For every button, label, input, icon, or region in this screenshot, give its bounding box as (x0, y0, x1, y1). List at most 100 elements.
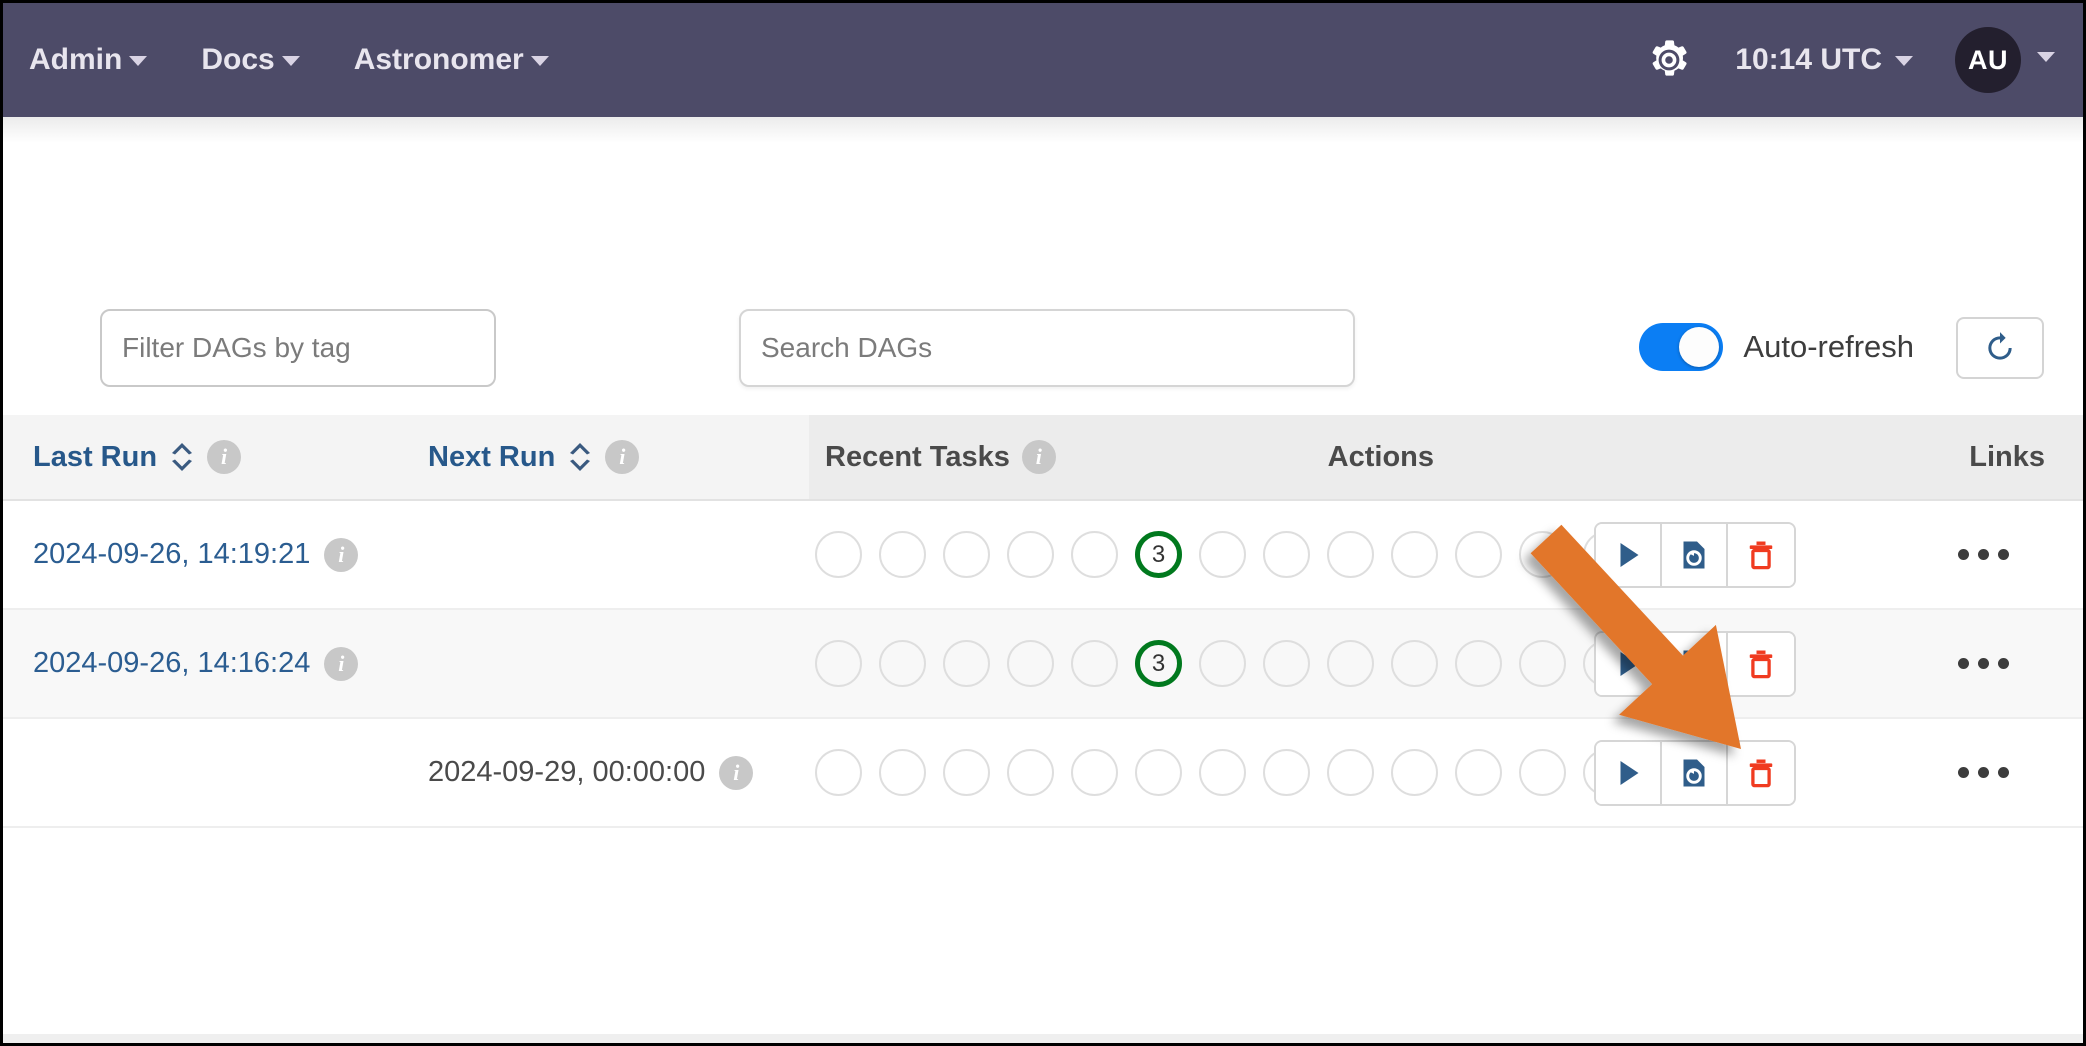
task-state-circle[interactable] (815, 640, 862, 687)
delete-dag-button[interactable] (1728, 524, 1794, 586)
info-icon[interactable]: i (207, 440, 241, 474)
timezone-selector[interactable]: 10:14 UTC (1735, 43, 1913, 77)
clear-dag-icon (1676, 646, 1712, 682)
recent-tasks-group (815, 719, 1694, 826)
delete-dag-icon (1743, 755, 1779, 791)
gear-icon (1645, 36, 1693, 84)
delete-dag-button[interactable] (1728, 742, 1794, 804)
task-state-circle[interactable] (1007, 749, 1054, 796)
task-state-circle[interactable] (1199, 749, 1246, 796)
navbar-right-group: 10:14 UTC AU (1645, 27, 2055, 93)
column-header-last-run-label: Last Run (33, 441, 157, 474)
task-state-circle[interactable] (1519, 531, 1566, 578)
search-dags-input[interactable]: Search DAGs (739, 309, 1355, 387)
task-state-circle[interactable] (1135, 749, 1182, 796)
cell-last-run[interactable]: 2024-09-26, 14:16:24i (33, 610, 358, 717)
row-actions (1594, 719, 1796, 826)
task-state-circle[interactable] (879, 749, 926, 796)
task-state-circle[interactable] (1391, 531, 1438, 578)
nav-menu-admin[interactable]: Admin (29, 43, 147, 77)
more-links-icon (1978, 767, 1989, 778)
task-state-circle[interactable] (1455, 531, 1502, 578)
more-links-button[interactable] (1958, 501, 2009, 608)
task-state-circle[interactable]: 3 (1135, 640, 1182, 687)
column-header-last-run[interactable]: Last Run i (33, 415, 241, 499)
tag-filter-input[interactable]: Filter DAGs by tag (100, 309, 496, 387)
task-state-circle[interactable] (1455, 749, 1502, 796)
task-state-circle[interactable] (1455, 640, 1502, 687)
task-state-circle[interactable] (1199, 640, 1246, 687)
task-state-circle[interactable] (879, 640, 926, 687)
clear-dag-button[interactable] (1662, 633, 1728, 695)
delete-dag-icon (1743, 537, 1779, 573)
task-state-circle[interactable] (943, 640, 990, 687)
table-header-row: Last Run i Next Run i Rece (3, 415, 2086, 501)
task-state-circle[interactable] (1199, 531, 1246, 578)
more-links-icon (1998, 549, 2009, 560)
info-icon[interactable]: i (324, 647, 358, 681)
task-state-circle[interactable] (1007, 531, 1054, 578)
task-state-circle[interactable] (1071, 749, 1118, 796)
cell-last-run[interactable]: 2024-09-26, 14:19:21i (33, 501, 358, 608)
clear-dag-button[interactable] (1662, 742, 1728, 804)
more-links-button[interactable] (1958, 719, 2009, 826)
user-menu[interactable]: AU (1955, 27, 2055, 93)
more-links-icon (1998, 658, 2009, 669)
task-state-circle[interactable] (943, 749, 990, 796)
action-button-group (1594, 740, 1796, 806)
chevron-down-icon (531, 56, 549, 66)
info-icon[interactable]: i (719, 756, 753, 790)
nav-menu-docs[interactable]: Docs (201, 43, 299, 77)
task-state-circle[interactable] (1007, 640, 1054, 687)
clear-dag-button[interactable] (1662, 524, 1728, 586)
task-state-circle[interactable] (1327, 640, 1374, 687)
task-state-circle[interactable] (1263, 749, 1310, 796)
nav-menu-astronomer[interactable]: Astronomer (354, 43, 549, 77)
delete-dag-button[interactable] (1728, 633, 1794, 695)
more-links-icon (1958, 549, 1969, 560)
column-header-links: Links (1969, 415, 2045, 499)
dags-table: Last Run i Next Run i Rece (3, 415, 2086, 828)
manual-refresh-button[interactable] (1956, 317, 2044, 379)
next-run-timestamp: 2024-09-29, 00:00:00 (428, 756, 705, 789)
task-state-circle[interactable] (1327, 749, 1374, 796)
clear-dag-icon (1676, 537, 1712, 573)
task-state-circle[interactable] (1071, 531, 1118, 578)
task-state-circle[interactable] (1519, 640, 1566, 687)
task-state-circle[interactable] (815, 531, 862, 578)
row-actions (1594, 610, 1796, 717)
task-state-circle[interactable] (1519, 749, 1566, 796)
task-state-circle[interactable] (1263, 640, 1310, 687)
task-state-circle[interactable] (879, 531, 926, 578)
task-state-circle[interactable] (1391, 749, 1438, 796)
chevron-down-icon (2037, 52, 2055, 62)
sort-toggle-icon[interactable] (567, 441, 593, 473)
recent-tasks-group: 3 (815, 610, 1694, 717)
row-actions (1594, 501, 1796, 608)
task-state-circle[interactable] (1391, 640, 1438, 687)
trigger-dag-icon (1610, 646, 1646, 682)
table-row: 2024-09-26, 14:19:21i 3 (3, 501, 2086, 610)
more-links-button[interactable] (1958, 610, 2009, 717)
task-state-circle[interactable] (1263, 531, 1310, 578)
settings-button[interactable] (1645, 36, 1693, 84)
trigger-dag-icon (1610, 537, 1646, 573)
trigger-dag-button[interactable] (1596, 633, 1662, 695)
column-header-actions: Actions (1328, 415, 1434, 499)
column-header-links-label: Links (1969, 441, 2045, 474)
task-state-circle[interactable] (943, 531, 990, 578)
column-header-next-run[interactable]: Next Run i (428, 415, 639, 499)
info-icon[interactable]: i (605, 440, 639, 474)
airflow-dags-page: Admin Docs Astronomer 10:14 UTC (0, 0, 2086, 1046)
toggle-knob (1679, 327, 1719, 367)
auto-refresh-toggle[interactable] (1639, 323, 1723, 371)
task-state-circle[interactable]: 3 (1135, 531, 1182, 578)
task-state-circle[interactable] (1071, 640, 1118, 687)
sort-toggle-icon[interactable] (169, 441, 195, 473)
trigger-dag-button[interactable] (1596, 742, 1662, 804)
info-icon[interactable]: i (324, 538, 358, 572)
info-icon[interactable]: i (1022, 440, 1056, 474)
task-state-circle[interactable] (815, 749, 862, 796)
trigger-dag-button[interactable] (1596, 524, 1662, 586)
task-state-circle[interactable] (1327, 531, 1374, 578)
